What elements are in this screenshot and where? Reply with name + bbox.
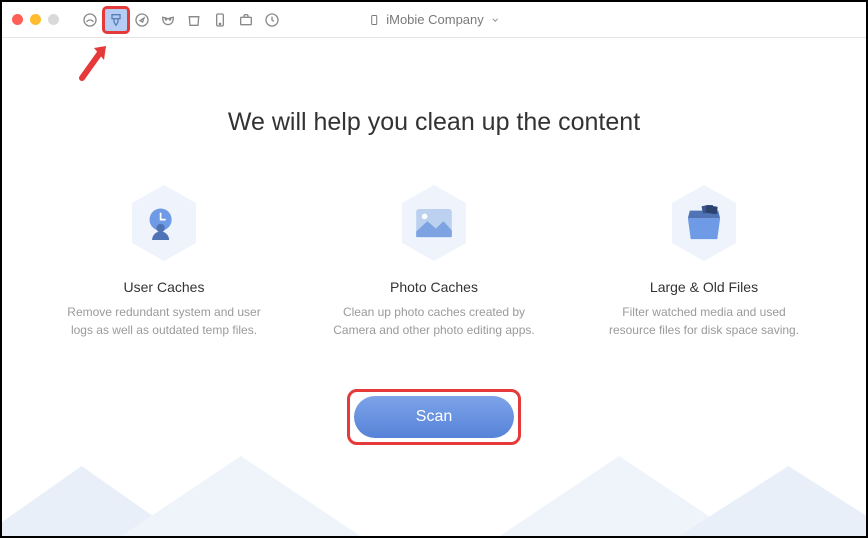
- briefcase-icon[interactable]: [233, 7, 259, 33]
- scan-button-wrap: Scan: [2, 389, 866, 445]
- feature-title: Photo Caches: [390, 279, 478, 295]
- maximize-window-button[interactable]: [48, 14, 59, 25]
- feature-photo-caches: Photo Caches Clean up photo caches creat…: [329, 183, 539, 339]
- window-controls: [12, 14, 59, 25]
- compass-icon[interactable]: [129, 7, 155, 33]
- main-content: We will help you clean up the content Us…: [2, 38, 866, 445]
- brush-icon[interactable]: [103, 7, 129, 33]
- mountain-decoration: [2, 456, 866, 536]
- minimize-window-button[interactable]: [30, 14, 41, 25]
- feature-user-caches: User Caches Remove redundant system and …: [59, 183, 269, 339]
- clock-icon[interactable]: [259, 7, 285, 33]
- feature-title: Large & Old Files: [650, 279, 758, 295]
- close-window-button[interactable]: [12, 14, 23, 25]
- feature-desc: Clean up photo caches created by Camera …: [329, 303, 539, 339]
- home-icon[interactable]: [77, 7, 103, 33]
- toolbar: [77, 7, 285, 33]
- chevron-down-icon: [490, 15, 500, 25]
- page-title: We will help you clean up the content: [2, 108, 866, 137]
- large-old-files-icon: [668, 183, 740, 263]
- photo-caches-icon: [398, 183, 470, 263]
- phone-icon: [368, 13, 380, 27]
- device-name-label: iMobie Company: [386, 12, 484, 27]
- feature-title: User Caches: [124, 279, 205, 295]
- device-selector[interactable]: iMobie Company: [368, 12, 500, 27]
- feature-desc: Filter watched media and used resource f…: [599, 303, 809, 339]
- feature-desc: Remove redundant system and user logs as…: [59, 303, 269, 339]
- trash-icon[interactable]: [181, 7, 207, 33]
- feature-large-old-files: Large & Old Files Filter watched media a…: [599, 183, 809, 339]
- titlebar: iMobie Company: [2, 2, 866, 38]
- mask-icon[interactable]: [155, 7, 181, 33]
- mobile-icon[interactable]: [207, 7, 233, 33]
- scan-button[interactable]: Scan: [354, 396, 514, 438]
- scan-highlight-annotation: Scan: [347, 389, 521, 445]
- features-row: User Caches Remove redundant system and …: [2, 183, 866, 339]
- user-caches-icon: [128, 183, 200, 263]
